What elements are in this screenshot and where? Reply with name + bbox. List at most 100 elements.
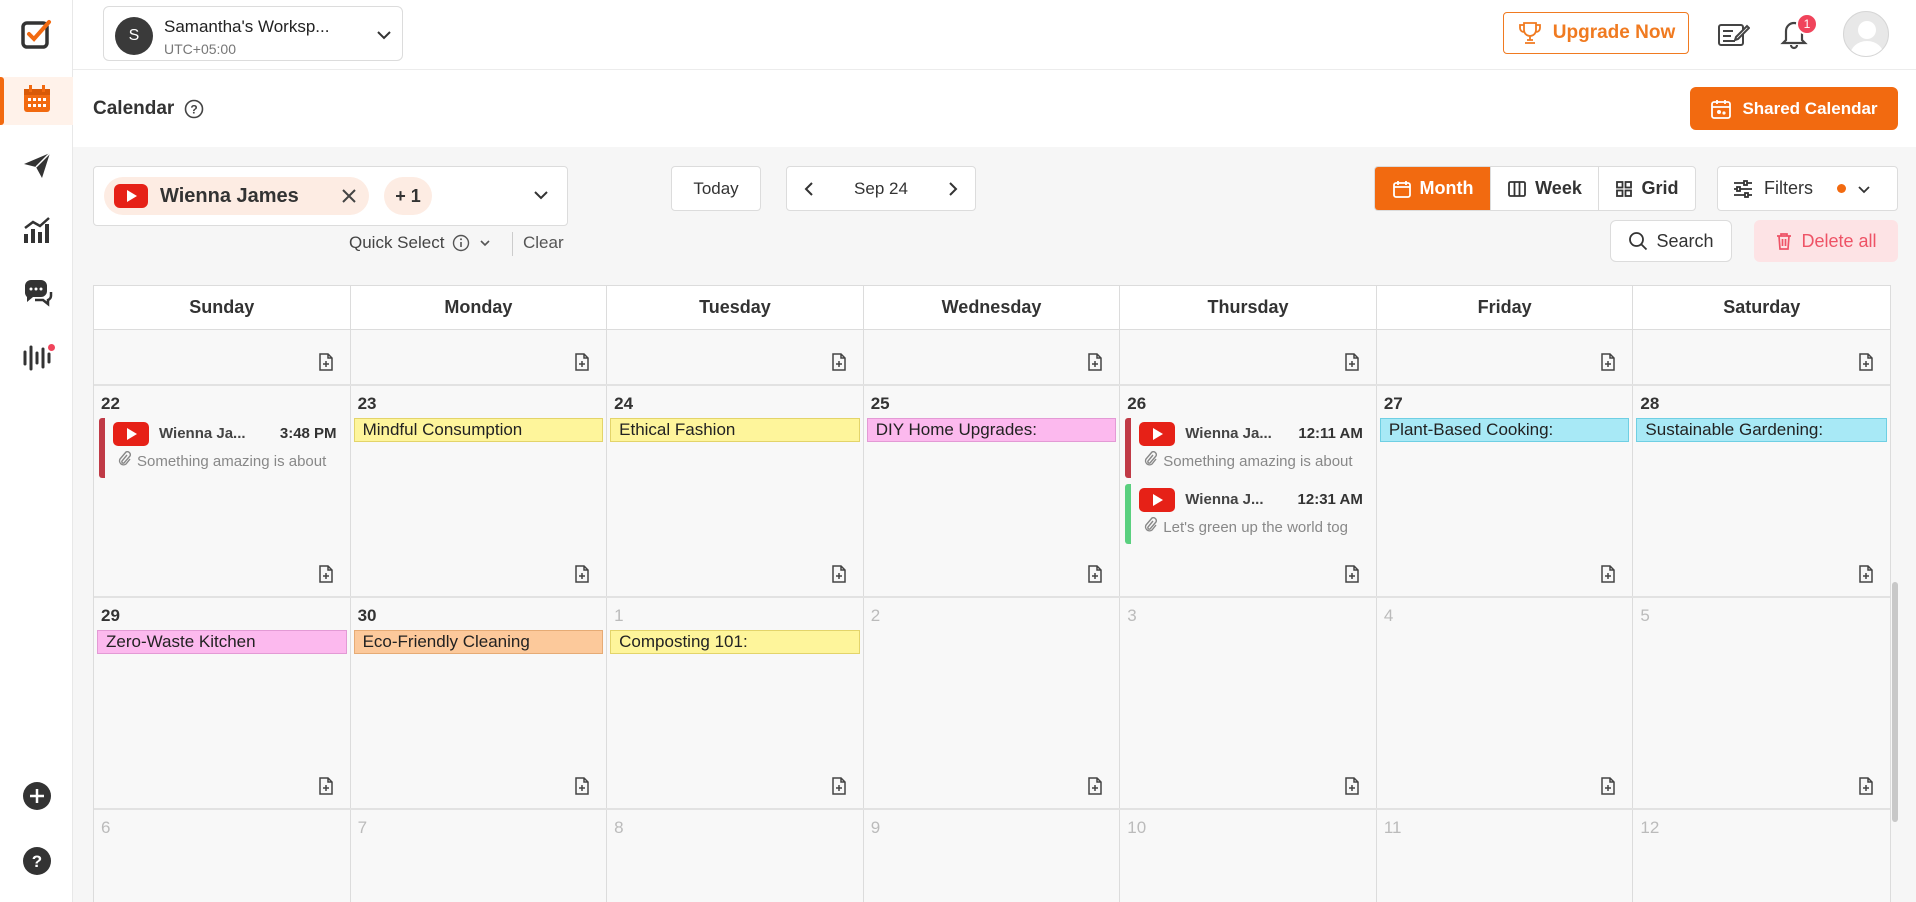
calendar-day-cell[interactable]: 9	[863, 810, 1121, 902]
page-title-text: Calendar	[93, 98, 175, 119]
add-post-icon[interactable]	[1085, 776, 1105, 796]
calendar-day-cell[interactable]	[1633, 330, 1890, 384]
chevron-down-icon[interactable]	[531, 185, 551, 205]
clear-button[interactable]: Clear	[523, 233, 564, 253]
sidebar-item-analytics[interactable]	[0, 208, 73, 256]
add-post-icon[interactable]	[1342, 564, 1362, 584]
scheduled-post[interactable]: Wienna Ja... 3:48 PM Something amazing is …	[99, 418, 345, 478]
search-button[interactable]: Search	[1610, 220, 1732, 262]
calendar-day-cell[interactable]: 25 DIY Home Upgrades:	[863, 386, 1121, 596]
weekday-monday: Monday	[351, 286, 608, 329]
add-post-icon[interactable]	[572, 352, 592, 372]
view-grid-button[interactable]: Grid	[1599, 167, 1695, 210]
calendar-day-cell[interactable]: 6	[94, 810, 351, 902]
calendar-day-cell[interactable]: 29 Zero-Waste Kitchen	[94, 598, 351, 808]
sidebar-help-button[interactable]: ?	[0, 839, 73, 887]
scheduled-post[interactable]: Wienna J... 12:31 AM Let's green up the wo…	[1125, 484, 1371, 544]
calendar-day-cell[interactable]	[1376, 330, 1634, 384]
calendar-day-cell[interactable]: 27 Plant-Based Cooking:	[1376, 386, 1634, 596]
app-logo-icon[interactable]	[20, 18, 52, 50]
workspace-selector[interactable]: S Samantha's Worksp... UTC+05:00	[103, 6, 403, 61]
attachment-icon	[1143, 451, 1158, 471]
account-chip[interactable]: Wienna James	[104, 177, 369, 215]
calendar-day-cell[interactable]	[94, 330, 351, 384]
delete-all-button[interactable]: Delete all	[1754, 220, 1898, 262]
sidebar-item-calendar[interactable]	[0, 77, 73, 125]
calendar-note[interactable]: DIY Home Upgrades:	[866, 418, 1117, 442]
scrollbar[interactable]	[1892, 582, 1898, 822]
page-title: Calendar ?	[93, 98, 204, 120]
add-post-icon[interactable]	[1856, 776, 1876, 796]
calendar-day-cell[interactable]: 3	[1120, 598, 1377, 808]
calendar-day-cell[interactable]: 7	[350, 810, 608, 902]
add-post-icon[interactable]	[1085, 564, 1105, 584]
calendar-day-cell[interactable]: 30 Eco-Friendly Cleaning	[350, 598, 608, 808]
post-caption-text: Something amazing is about	[1163, 452, 1353, 470]
scheduled-post[interactable]: Wienna Ja... 12:11 AM Something amazing is…	[1125, 418, 1371, 478]
sidebar-add-button[interactable]	[0, 774, 73, 822]
today-button[interactable]: Today	[671, 166, 761, 211]
add-post-icon[interactable]	[1598, 564, 1618, 584]
edit-note-icon	[1718, 24, 1750, 46]
add-post-icon[interactable]	[316, 776, 336, 796]
upgrade-button[interactable]: Upgrade Now	[1503, 12, 1689, 54]
divider	[512, 232, 513, 256]
add-post-icon[interactable]	[1856, 564, 1876, 584]
calendar-day-cell[interactable]: 12	[1633, 810, 1890, 902]
calendar-day-cell[interactable]	[607, 330, 864, 384]
add-post-icon[interactable]	[829, 776, 849, 796]
sidebar-item-publish[interactable]	[0, 143, 73, 191]
calendar-day-cell[interactable]	[863, 330, 1121, 384]
add-post-icon[interactable]	[572, 564, 592, 584]
calendar-day-cell[interactable]: 1 Composting 101:	[607, 598, 864, 808]
add-post-icon[interactable]	[1598, 352, 1618, 372]
calendar-note[interactable]: Mindful Consumption	[353, 418, 604, 442]
calendar-day-cell[interactable]: 24 Ethical Fashion	[607, 386, 864, 596]
calendar-week-row: 29 Zero-Waste Kitchen 30 Eco-Friendly Clean…	[94, 598, 1890, 810]
calendar-day-cell[interactable]	[1120, 330, 1377, 384]
add-post-icon[interactable]	[1856, 352, 1876, 372]
calendar-day-cell[interactable]: 11	[1376, 810, 1634, 902]
add-post-icon[interactable]	[316, 564, 336, 584]
account-selector[interactable]: Wienna James + 1	[93, 166, 568, 226]
calendar-note[interactable]: Sustainable Gardening:	[1636, 418, 1887, 442]
calendar-day-cell[interactable]	[350, 330, 608, 384]
calendar-day-cell[interactable]: 10	[1120, 810, 1377, 902]
add-post-icon[interactable]	[1342, 352, 1362, 372]
help-icon[interactable]: ?	[184, 99, 204, 119]
add-post-icon[interactable]	[829, 564, 849, 584]
calendar-day-cell[interactable]: 4	[1376, 598, 1634, 808]
add-post-icon[interactable]	[1342, 776, 1362, 796]
add-post-icon[interactable]	[316, 352, 336, 372]
notifications-button[interactable]: 1	[1776, 13, 1818, 52]
post-account-name: Wienna Ja...	[1185, 425, 1272, 442]
view-week-button[interactable]: Week	[1491, 167, 1599, 210]
quick-select-dropdown[interactable]: Quick Select	[349, 233, 492, 253]
calendar-day-cell[interactable]: 8	[607, 810, 864, 902]
add-post-icon[interactable]	[1598, 776, 1618, 796]
notes-button[interactable]	[1715, 16, 1751, 52]
calendar-day-cell[interactable]: 22 Wienna Ja... 3:48 PM Something amazing i…	[94, 386, 351, 596]
filters-button[interactable]: Filters	[1717, 166, 1898, 211]
calendar-note[interactable]: Zero-Waste Kitchen	[97, 630, 347, 654]
add-post-icon[interactable]	[829, 352, 849, 372]
sidebar-item-listening[interactable]	[0, 336, 73, 384]
calendar-note[interactable]: Eco-Friendly Cleaning	[353, 630, 604, 654]
calendar-note[interactable]: Ethical Fashion	[610, 418, 860, 442]
view-month-button[interactable]: Month	[1375, 167, 1491, 210]
shared-calendar-button[interactable]: Shared Calendar	[1690, 87, 1898, 130]
calendar-day-cell[interactable]: 28 Sustainable Gardening:	[1633, 386, 1890, 596]
calendar-day-cell[interactable]: 26 Wienna Ja... 12:11 AM Something amazing …	[1120, 386, 1377, 596]
calendar-note[interactable]: Composting 101:	[610, 630, 860, 654]
calendar-day-cell[interactable]: 23 Mindful Consumption	[350, 386, 608, 596]
add-post-icon[interactable]	[1085, 352, 1105, 372]
calendar-day-cell[interactable]: 2	[863, 598, 1121, 808]
calendar-day-cell[interactable]: 5	[1633, 598, 1890, 808]
add-post-icon[interactable]	[572, 776, 592, 796]
profile-avatar[interactable]	[1843, 11, 1889, 57]
sidebar-item-inbox[interactable]	[0, 272, 73, 320]
calendar-note[interactable]: Plant-Based Cooking:	[1379, 418, 1630, 442]
close-icon[interactable]	[339, 186, 359, 206]
chevron-right-icon[interactable]	[943, 179, 963, 199]
more-accounts-chip[interactable]: + 1	[384, 177, 432, 215]
